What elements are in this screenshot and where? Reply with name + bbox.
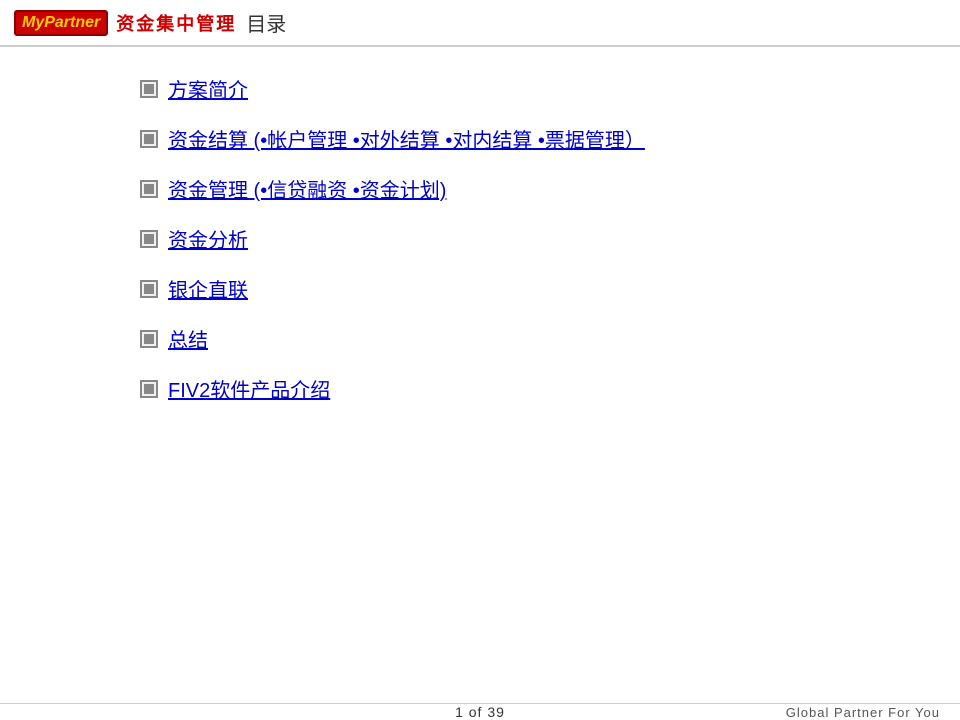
menu-link-2[interactable]: 资金结算 (•帐户管理 •对外结算 •对内结算 •票据管理） — [168, 127, 645, 155]
footer: 1 of 39 Global Partner For You — [0, 703, 960, 720]
bullet-icon — [140, 330, 158, 348]
menu-link-3[interactable]: 资金管理 (•信贷融资 •资金计划) — [168, 177, 446, 205]
menu-item: 方案简介 — [140, 77, 820, 105]
bullet-icon — [140, 180, 158, 198]
menu-item: 银企直联 — [140, 277, 820, 305]
page-info: 1 of 39 — [455, 704, 505, 720]
menu-link-7[interactable]: FIV2软件产品介绍 — [168, 377, 330, 405]
bullet-icon — [140, 230, 158, 248]
bullet-icon — [140, 130, 158, 148]
bullet-icon — [140, 80, 158, 98]
menu-item: 资金分析 — [140, 227, 820, 255]
menu-item: 资金结算 (•帐户管理 •对外结算 •对内结算 •票据管理） — [140, 127, 820, 155]
page-of: of 39 — [469, 704, 505, 720]
menu-link-6[interactable]: 总结 — [168, 327, 208, 355]
header: MyPartner 资金集中管理 目录 — [0, 0, 960, 47]
page-current: 1 — [455, 704, 464, 720]
menu-item: FIV2软件产品介绍 — [140, 377, 820, 405]
header-title: 目录 — [246, 8, 286, 37]
menu-link-5[interactable]: 银企直联 — [168, 277, 248, 305]
logo-box: MyPartner — [14, 10, 108, 36]
bullet-icon — [140, 280, 158, 298]
logo-text: MyPartner — [22, 14, 100, 31]
subtitle: 资金集中管理 — [116, 10, 236, 36]
menu-link-1[interactable]: 方案简介 — [168, 77, 248, 105]
menu-link-4[interactable]: 资金分析 — [168, 227, 248, 255]
menu-item: 资金管理 (•信贷融资 •资金计划) — [140, 177, 820, 205]
footer-brand: Global Partner For You — [786, 705, 940, 720]
menu-item: 总结 — [140, 327, 820, 355]
main-content: 方案简介资金结算 (•帐户管理 •对外结算 •对内结算 •票据管理） 资金管理 (… — [0, 47, 960, 447]
bullet-icon — [140, 380, 158, 398]
